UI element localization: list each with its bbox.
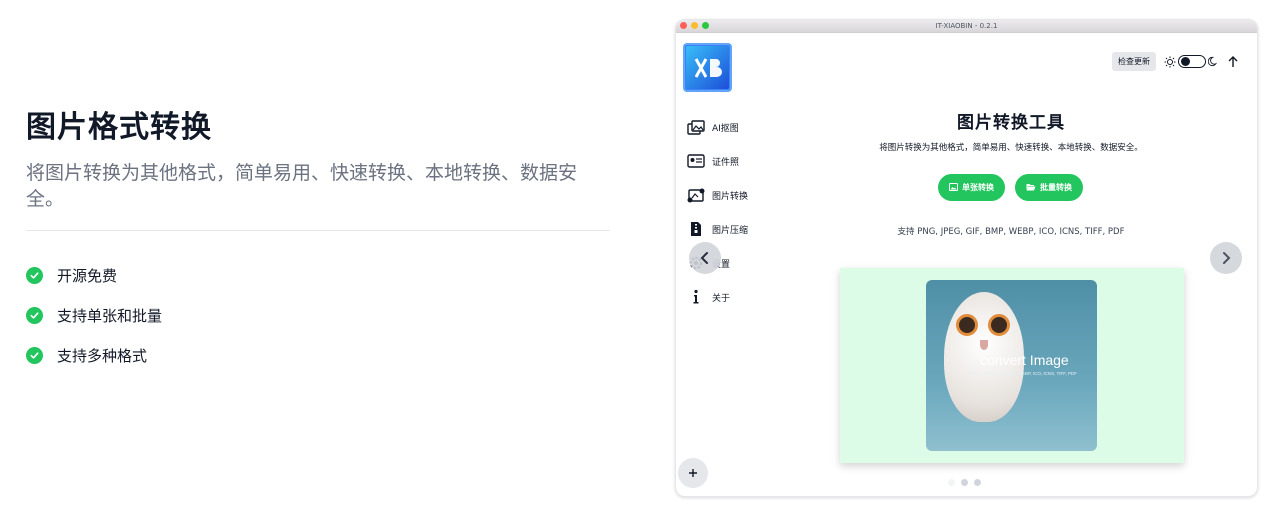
image-icon <box>949 182 958 193</box>
image-cutout-icon <box>686 119 706 135</box>
sidebar-item-label: 证件照 <box>712 157 740 168</box>
top-toolbar: 检查更新 <box>1112 52 1239 71</box>
carousel-pagination <box>948 479 981 486</box>
page-title: 图片转换工具 <box>957 113 1065 133</box>
feature-label: 支持单张和批量 <box>57 306 163 325</box>
folder-open-icon <box>1026 183 1036 193</box>
sidebar: AI抠图 证件照 图片转换 图片压缩 设置 关于 <box>686 110 776 314</box>
feature-label: 开源免费 <box>57 266 118 285</box>
feature-item: 开源免费 <box>26 255 610 295</box>
supported-formats: 支持 PNG, JPEG, GIF, BMP, WEBP, ICO, ICNS,… <box>897 227 1125 237</box>
sidebar-item-id-photo[interactable]: 证件照 <box>686 144 776 178</box>
sidebar-item-image-convert[interactable]: 图片转换 <box>686 178 776 212</box>
slide-heading: convert Image <box>980 352 1069 368</box>
sidebar-item-label: AI抠图 <box>712 123 739 134</box>
window-titlebar: IT-XIAOBIN - 0.2.1 <box>676 20 1257 33</box>
carousel-dot[interactable] <box>948 479 955 486</box>
feature-item: 支持单张和批量 <box>26 295 610 335</box>
check-circle-icon <box>26 306 43 324</box>
carousel-dot[interactable] <box>974 479 981 486</box>
check-update-button[interactable]: 检查更新 <box>1112 52 1156 71</box>
batch-convert-label: 批量转换 <box>1040 183 1072 192</box>
sun-icon <box>1164 56 1176 68</box>
carousel-dot[interactable] <box>961 479 968 486</box>
id-card-icon <box>686 153 706 169</box>
image-carousel: convert Image PNG, JPEG, GIF, BMP, WEBP,… <box>840 268 1184 463</box>
carousel-next-button[interactable] <box>1210 242 1242 274</box>
feature-title: 图片格式转换 <box>26 110 212 145</box>
moon-icon <box>1208 56 1219 67</box>
arrow-up-icon[interactable] <box>1227 55 1239 68</box>
single-convert-label: 单张转换 <box>962 183 994 192</box>
page-subtitle: 将图片转换为其他格式，简单易用、快速转换、本地转换、数据安全。 <box>879 143 1143 153</box>
carousel-prev-button[interactable] <box>689 242 721 274</box>
feature-label: 支持多种格式 <box>57 346 148 365</box>
single-convert-button[interactable]: 单张转换 <box>938 174 1005 201</box>
slide-formats: PNG, JPEG, GIF, BMP, WEBP, ICO, ICNS, TI… <box>970 371 1078 376</box>
check-circle-icon <box>26 346 43 364</box>
theme-toggle[interactable] <box>1164 55 1219 68</box>
batch-convert-button[interactable]: 批量转换 <box>1015 174 1083 201</box>
window-title: IT-XIAOBIN - 0.2.1 <box>935 22 998 30</box>
sidebar-item-label: 关于 <box>712 293 731 304</box>
sidebar-item-label: 图片压缩 <box>712 225 749 236</box>
info-icon <box>686 289 706 305</box>
app-window: IT-XIAOBIN - 0.2.1 检查更新 AI抠图 证件照 图片转换 图片… <box>675 19 1258 497</box>
app-logo <box>683 43 732 92</box>
sidebar-item-ai-cutout[interactable]: AI抠图 <box>686 110 776 144</box>
divider <box>26 230 610 231</box>
sidebar-item-about[interactable]: 关于 <box>686 280 776 314</box>
feature-list: 开源免费 支持单张和批量 支持多种格式 <box>26 255 610 375</box>
feature-item: 支持多种格式 <box>26 335 610 375</box>
add-button[interactable] <box>678 458 708 488</box>
feature-section: 图片格式转换 将图片转换为其他格式，简单易用、快速转换、本地转换、数据安全。 开… <box>26 108 610 375</box>
check-circle-icon <box>26 266 43 284</box>
theme-switch[interactable] <box>1178 55 1206 68</box>
app-logo-icon <box>686 46 729 89</box>
file-zip-icon <box>686 221 706 237</box>
sidebar-item-image-compress[interactable]: 图片压缩 <box>686 212 776 246</box>
image-convert-icon <box>686 187 706 203</box>
feature-description: 将图片转换为其他格式，简单易用、快速转换、本地转换、数据安全。 <box>26 162 578 210</box>
sidebar-item-label: 图片转换 <box>712 191 749 202</box>
carousel-slide-image: convert Image PNG, JPEG, GIF, BMP, WEBP,… <box>926 280 1097 451</box>
convert-actions: 单张转换 批量转换 <box>938 174 1083 201</box>
